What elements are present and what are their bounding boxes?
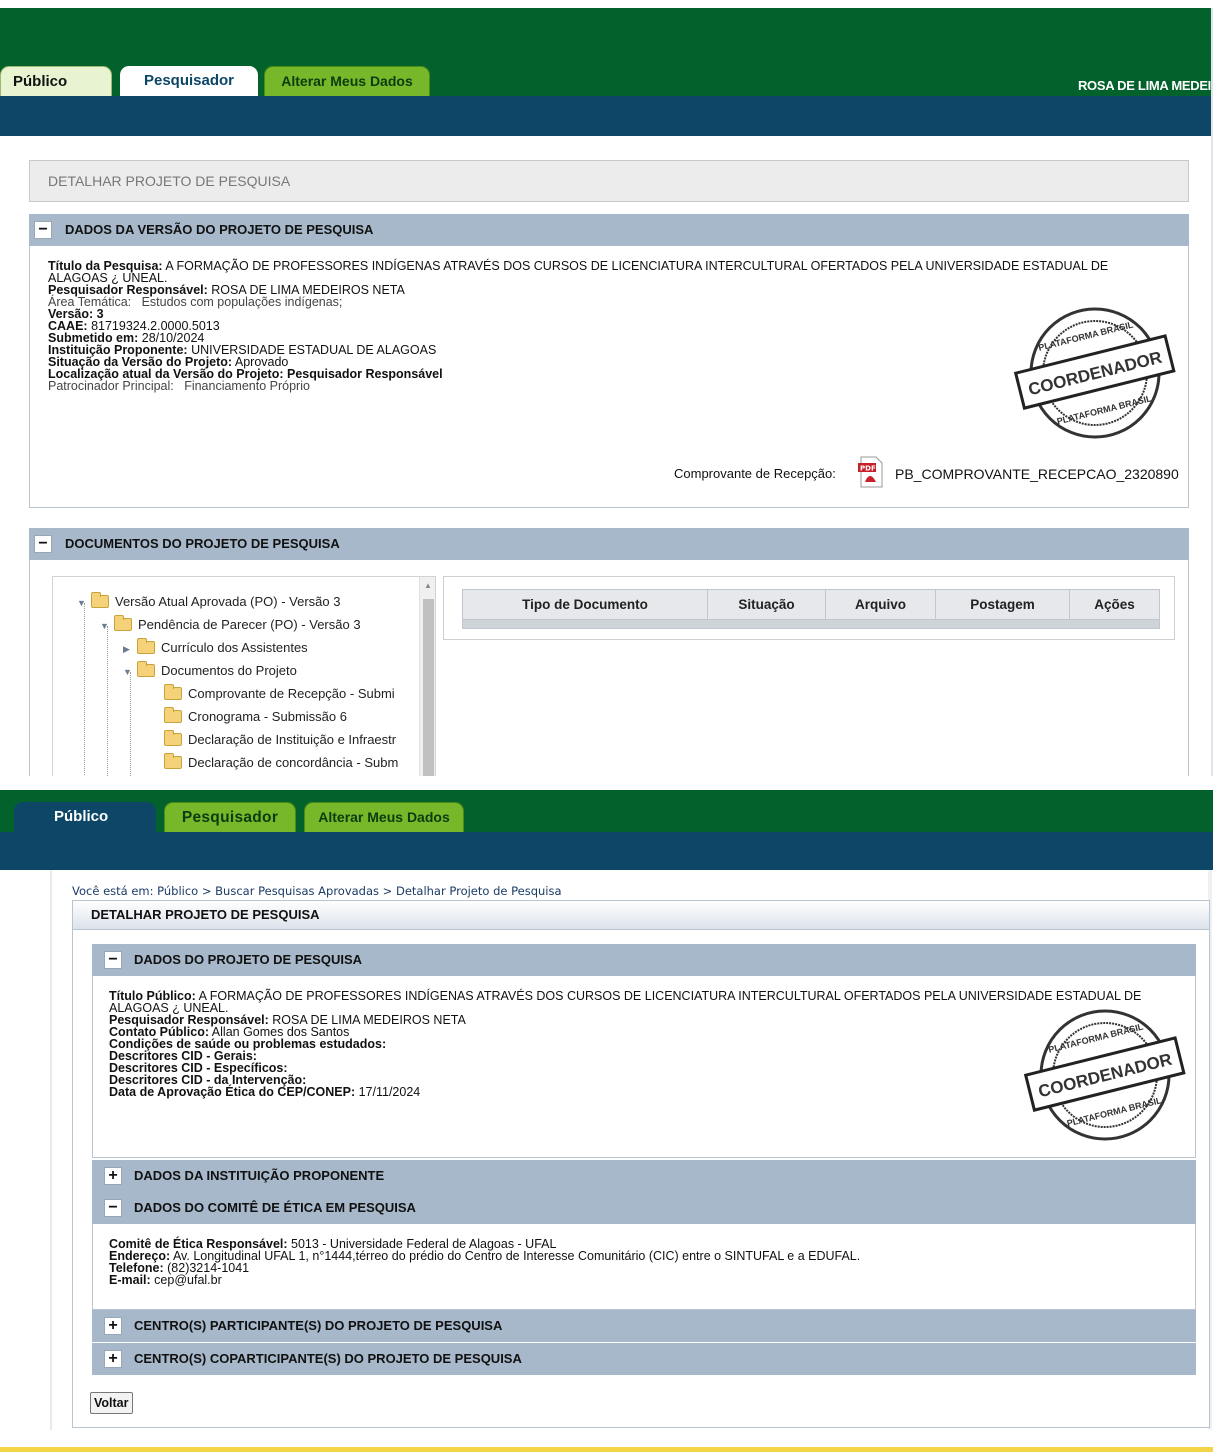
section-title: DADOS DO COMITÊ DE ÉTICA EM PESQUISA	[134, 1200, 416, 1215]
tree-node[interactable]: ▼ Pendência de Parecer (PO) - Versão 3	[100, 615, 361, 635]
screenshot-publico: Público Pesquisador Alterar Meus Dados V…	[0, 790, 1213, 1452]
section-title: DADOS DA VERSÃO DO PROJETO DE PESQUISA	[65, 222, 374, 237]
section-header-versao[interactable]: − DADOS DA VERSÃO DO PROJETO DE PESQUISA	[29, 214, 1189, 246]
col-acoes[interactable]: Ações	[1069, 589, 1160, 620]
section-title: DADOS DA INSTITUIÇÃO PROPONENTE	[134, 1168, 385, 1183]
section-header-coparticipantes[interactable]: + CENTRO(S) COPARTICIPANTE(S) DO PROJETO…	[92, 1343, 1196, 1375]
folder-icon	[164, 730, 182, 746]
collapse-icon[interactable]: −	[34, 221, 52, 239]
header-nav-bar	[0, 96, 1211, 136]
screenshot-pesquisador: Público Pesquisador Alterar Meus Dados R…	[0, 8, 1213, 776]
folder-icon	[114, 615, 132, 631]
collapse-icon[interactable]: −	[104, 951, 122, 969]
tab-pesquisador[interactable]: Pesquisador	[120, 66, 258, 96]
folder-icon	[91, 592, 109, 608]
document-table-panel: Tipo de Documento Situação Arquivo Posta…	[443, 576, 1175, 640]
comprovante-label: Comprovante de Recepção:	[674, 466, 836, 481]
tab-publico[interactable]: Público	[0, 66, 112, 96]
coordenador-stamp: COORDENADOR PLATAFORMA BRASIL PLATAFORMA…	[1013, 307, 1176, 439]
tab-alterar-meus-dados[interactable]: Alterar Meus Dados	[304, 802, 464, 832]
tree-leaf[interactable]: Comprovante de Recepção - Submi	[164, 684, 395, 703]
tab-alterar-meus-dados[interactable]: Alterar Meus Dados	[264, 66, 430, 96]
pdf-icon[interactable]: PDF	[858, 456, 884, 488]
document-tree[interactable]: ▼ Versão Atual Aprovada (PO) - Versão 3 ▼…	[52, 576, 436, 776]
svg-text:PDF: PDF	[860, 465, 876, 473]
tree-scrollbar[interactable]: ▲	[419, 577, 435, 776]
comite-info: Comitê de Ética Responsável: 5013 - Univ…	[109, 1237, 861, 1287]
section-title: CENTRO(S) PARTICIPANTE(S) DO PROJETO DE …	[134, 1318, 503, 1333]
comprovante-file-link[interactable]: PB_COMPROVANTE_RECEPCAO_2320890	[895, 466, 1179, 482]
tree-collapse-icon[interactable]: ▼	[100, 617, 114, 635]
document-table: Tipo de Documento Situação Arquivo Posta…	[462, 589, 1160, 629]
tree-collapse-icon[interactable]: ▼	[77, 594, 91, 612]
expand-icon[interactable]: +	[104, 1167, 122, 1185]
tree-node[interactable]: ▶ Currículo dos Assistentes	[123, 638, 308, 658]
empty-row	[462, 619, 1160, 629]
section-title: DOCUMENTOS DO PROJETO DE PESQUISA	[65, 536, 340, 551]
voltar-button[interactable]: Voltar	[90, 1392, 133, 1414]
header-nav-bar	[0, 832, 1213, 870]
coordenador-stamp: COORDENADOR PLATAFORMA BRASIL PLATAFORMA…	[1023, 1009, 1186, 1141]
tab-publico[interactable]: Público	[14, 802, 156, 832]
section-title: CENTRO(S) COPARTICIPANTE(S) DO PROJETO D…	[134, 1351, 522, 1366]
section-header-projeto[interactable]: − DADOS DO PROJETO DE PESQUISA	[92, 944, 1196, 976]
section-title: DADOS DO PROJETO DE PESQUISA	[134, 952, 363, 967]
folder-icon	[164, 707, 182, 723]
section-header-comite[interactable]: − DADOS DO COMITÊ DE ÉTICA EM PESQUISA	[92, 1192, 1196, 1224]
project-info: Título Público: A FORMAÇÃO DE PROFESSORE…	[109, 989, 1142, 1099]
breadcrumb[interactable]: Você está em: Público > Buscar Pesquisas…	[72, 884, 562, 898]
collapse-icon[interactable]: −	[104, 1199, 122, 1217]
section-header-instituicao[interactable]: + DADOS DA INSTITUIÇÃO PROPONENTE	[92, 1160, 1196, 1192]
tree-leaf[interactable]: Declaração de concordância - Subm	[164, 753, 398, 772]
folder-icon	[164, 684, 182, 700]
col-situacao[interactable]: Situação	[707, 589, 826, 620]
scroll-up-icon[interactable]: ▲	[424, 581, 432, 590]
tree-leaf[interactable]: Declaração de Instituição e Infraestr	[164, 730, 396, 749]
expand-icon[interactable]: +	[104, 1350, 122, 1368]
page-title: DETALHAR PROJETO DE PESQUISA	[29, 160, 1189, 202]
tree-leaf[interactable]: Cronograma - Submissão 6	[164, 707, 347, 726]
folder-icon	[164, 753, 182, 769]
section-header-documentos[interactable]: − DOCUMENTOS DO PROJETO DE PESQUISA	[29, 528, 1189, 560]
col-arquivo[interactable]: Arquivo	[825, 589, 936, 620]
version-info: Título da Pesquisa: A FORMAÇÃO DE PROFES…	[48, 259, 1148, 393]
scroll-thumb[interactable]	[423, 599, 434, 776]
collapse-icon[interactable]: −	[34, 535, 52, 553]
titulo-pesquisa-line: Título da Pesquisa: A FORMAÇÃO DE PROFES…	[48, 259, 1109, 285]
user-name: ROSA DE LIMA MEDEI	[1077, 78, 1211, 93]
tree-node[interactable]: ▼ Versão Atual Aprovada (PO) - Versão 3	[77, 592, 340, 612]
folder-icon	[137, 638, 155, 654]
left-shadow	[50, 870, 52, 1430]
expand-icon[interactable]: +	[104, 1317, 122, 1335]
tree-node[interactable]: ▼ Documentos do Projeto	[123, 661, 297, 681]
page-title: DETALHAR PROJETO DE PESQUISA	[72, 900, 1210, 930]
folder-icon	[137, 661, 155, 677]
col-postagem[interactable]: Postagem	[935, 589, 1070, 620]
tree-collapse-icon[interactable]: ▼	[123, 663, 137, 681]
section-header-centros[interactable]: + CENTRO(S) PARTICIPANTE(S) DO PROJETO D…	[92, 1310, 1196, 1342]
col-tipo-documento[interactable]: Tipo de Documento	[462, 589, 708, 620]
tree-expand-icon[interactable]: ▶	[123, 640, 137, 658]
tab-pesquisador[interactable]: Pesquisador	[164, 802, 296, 832]
footer-accent-bar	[0, 1447, 1213, 1452]
